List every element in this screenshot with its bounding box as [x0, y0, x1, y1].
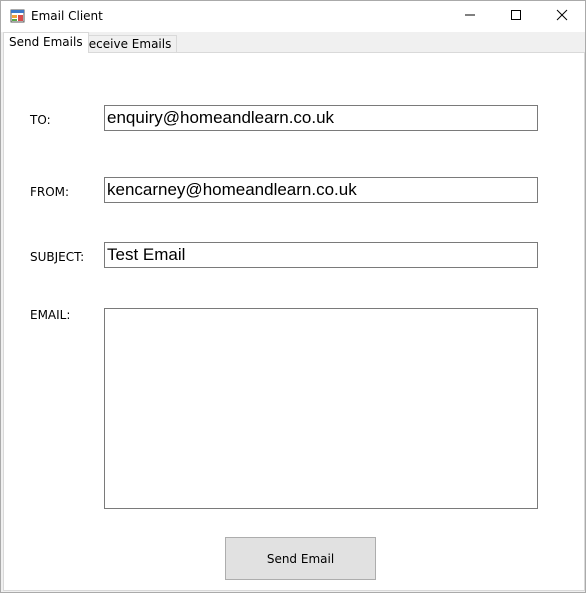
tab-receive-emails[interactable]: Receive Emails: [75, 35, 178, 52]
from-field[interactable]: kencarney@homeandlearn.co.uk: [104, 177, 538, 203]
window-title: Email Client: [31, 9, 103, 23]
subject-field[interactable]: Test Email: [104, 242, 538, 268]
email-client-window: Email Client Send Emails Receive Emails …: [0, 0, 586, 593]
minimize-icon: [464, 9, 476, 24]
to-label: TO:: [30, 113, 51, 127]
from-label: FROM:: [30, 185, 70, 199]
close-button[interactable]: [539, 1, 585, 32]
send-email-button[interactable]: Send Email: [225, 537, 376, 580]
email-label: EMAIL:: [30, 308, 71, 322]
title-bar[interactable]: Email Client: [1, 1, 585, 32]
tab-send-emails[interactable]: Send Emails: [3, 32, 89, 53]
minimize-button[interactable]: [447, 1, 493, 32]
email-body-field[interactable]: [104, 308, 538, 509]
subject-label: SUBJECT:: [30, 250, 85, 264]
close-icon: [556, 9, 568, 24]
to-field[interactable]: enquiry@homeandlearn.co.uk: [104, 105, 538, 131]
maximize-icon: [510, 9, 522, 24]
maximize-button[interactable]: [493, 1, 539, 32]
app-window-icon: [10, 9, 26, 25]
